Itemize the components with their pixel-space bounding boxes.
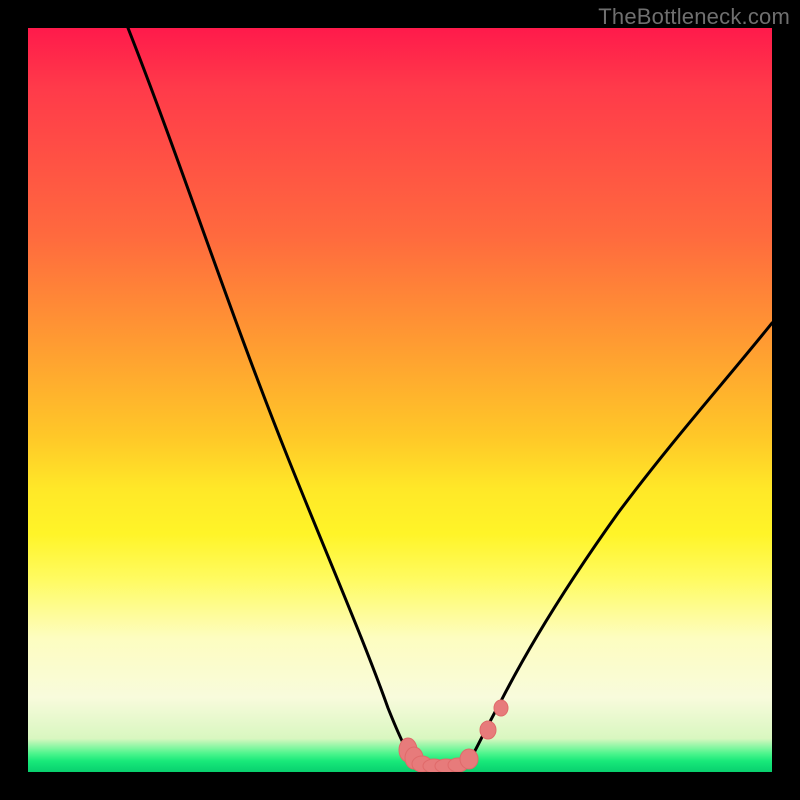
marker-point [460, 749, 478, 769]
right-curve [471, 323, 772, 758]
watermark-text: TheBottleneck.com [598, 4, 790, 30]
plot-area [28, 28, 772, 772]
marker-point [480, 721, 496, 739]
marker-point [494, 700, 508, 716]
marker-group [399, 700, 508, 772]
bottleneck-curve [28, 28, 772, 772]
left-curve [128, 28, 412, 758]
chart-frame: TheBottleneck.com [0, 0, 800, 800]
